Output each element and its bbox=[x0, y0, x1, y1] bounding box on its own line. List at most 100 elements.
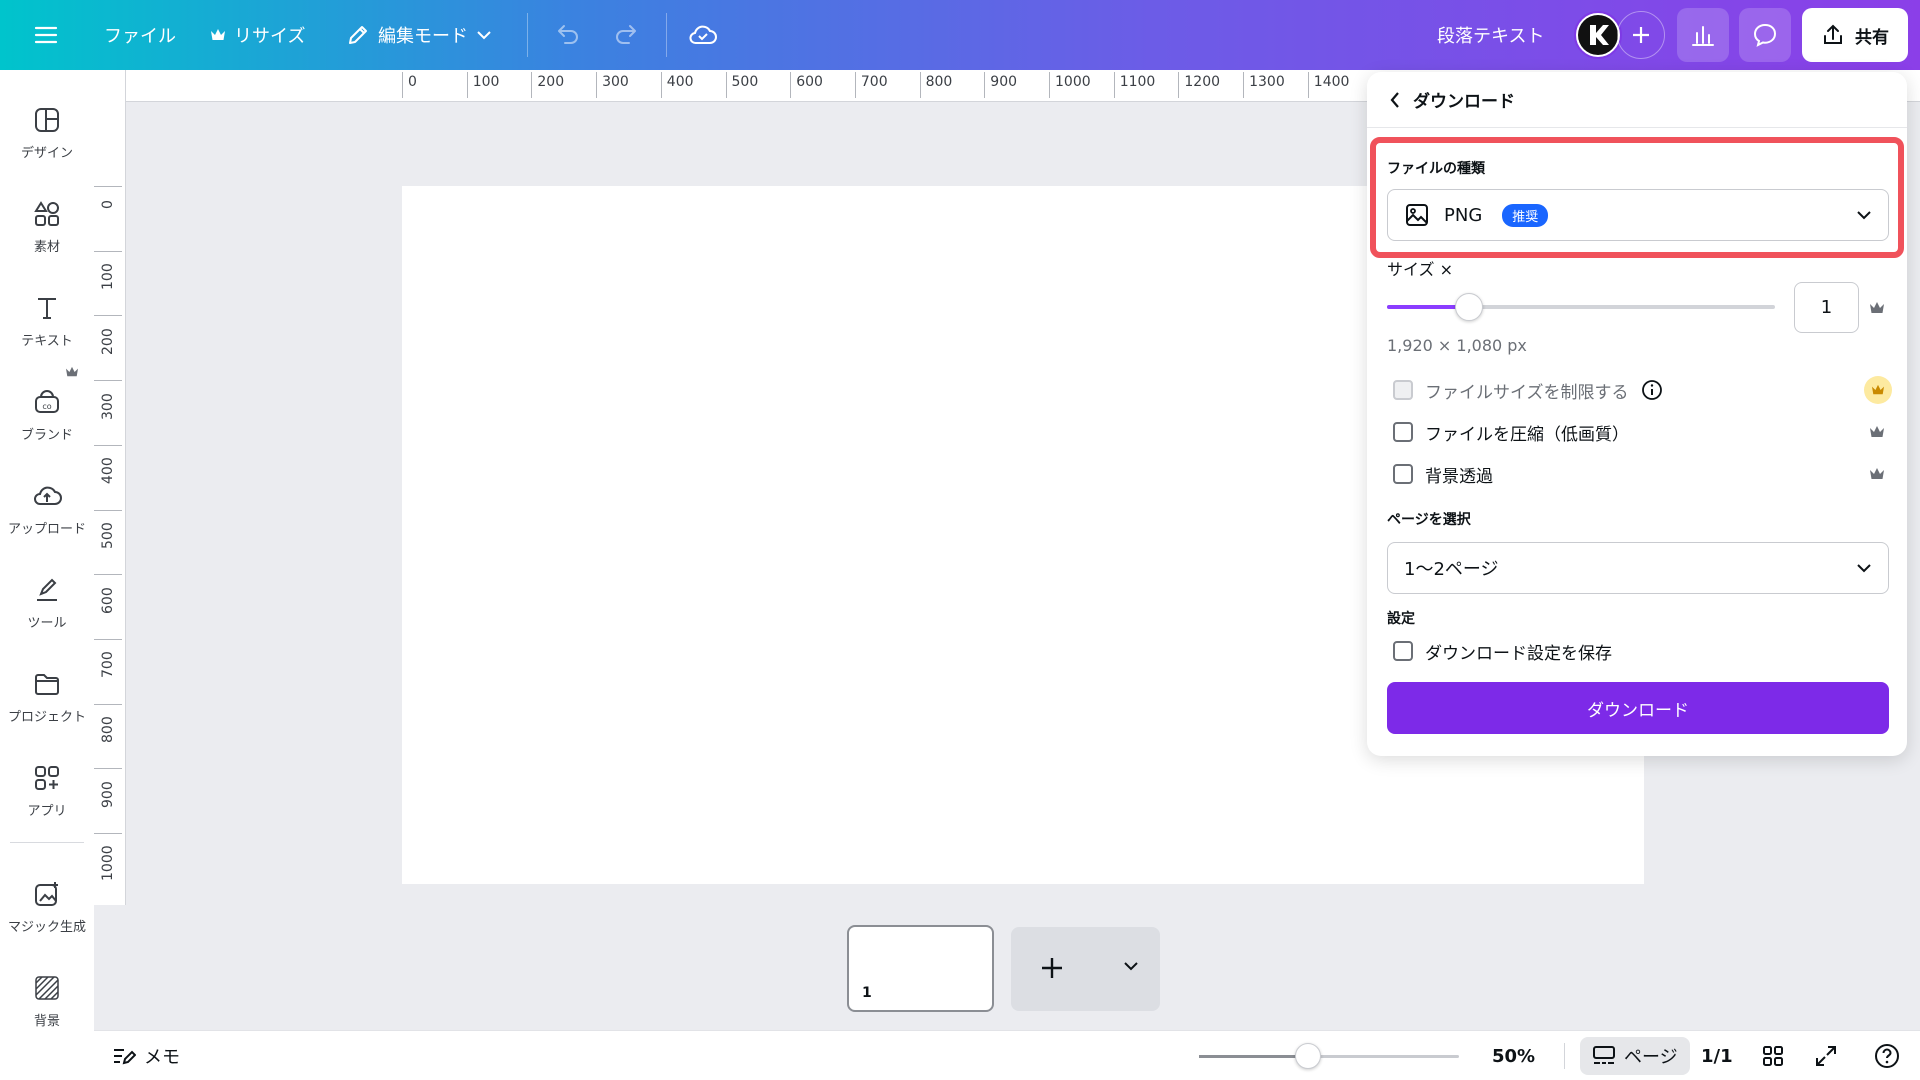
crown-icon bbox=[1870, 302, 1884, 313]
notes-icon bbox=[114, 1049, 136, 1065]
add-page-button[interactable] bbox=[1039, 955, 1065, 981]
ruler-tick-label: 600 bbox=[796, 74, 823, 90]
back-button[interactable] bbox=[1389, 91, 1401, 109]
avatar-image bbox=[1578, 15, 1618, 55]
page-view-button[interactable]: ページ bbox=[1580, 1037, 1690, 1075]
redo-icon bbox=[616, 25, 636, 44]
resize-button[interactable]: リサイズ bbox=[210, 0, 305, 70]
sidebar-item-magic[interactable]: マジック生成 bbox=[0, 866, 94, 956]
compress-option[interactable]: ファイルを圧縮（低画質） bbox=[1393, 418, 1629, 446]
avatar[interactable] bbox=[1574, 11, 1622, 59]
ruler-tick bbox=[94, 768, 122, 770]
sidebar-item-projects[interactable]: プロジェクト bbox=[0, 656, 94, 746]
ruler-tick-label: 100 bbox=[100, 263, 116, 291]
comment-icon bbox=[1753, 23, 1777, 47]
file-type-select[interactable]: PNG 推奨 bbox=[1387, 189, 1889, 241]
ruler-tick bbox=[402, 72, 403, 98]
brand-icon: co bbox=[35, 390, 59, 413]
file-type-chevron bbox=[1856, 210, 1872, 220]
chevron-left-icon bbox=[1390, 91, 1399, 108]
sidebar-item-elements[interactable]: 素材 bbox=[0, 186, 94, 276]
ruler-tick-label: 200 bbox=[100, 328, 116, 355]
help-button[interactable] bbox=[1874, 1031, 1900, 1080]
insights-button[interactable] bbox=[1677, 8, 1729, 62]
transparent-background-checkbox[interactable] bbox=[1393, 464, 1413, 484]
ruler-tick bbox=[1049, 72, 1050, 98]
page-counter[interactable]: 1/1 bbox=[1701, 1031, 1733, 1080]
edit-mode-dropdown[interactable]: 編集モード bbox=[346, 0, 492, 70]
ruler-tick bbox=[94, 509, 122, 511]
brand-k-icon bbox=[1590, 25, 1609, 45]
comments-button[interactable] bbox=[1739, 8, 1791, 62]
sidebar-item-brand[interactable]: co ブランド bbox=[0, 374, 94, 464]
ruler-tick bbox=[1243, 72, 1245, 98]
zoom-slider-thumb[interactable] bbox=[1295, 1043, 1321, 1069]
plus-icon bbox=[1042, 958, 1062, 978]
ruler-tick bbox=[919, 72, 921, 98]
fullscreen-button[interactable] bbox=[1814, 1031, 1838, 1080]
ruler-tick bbox=[790, 72, 792, 98]
menu-button[interactable] bbox=[34, 0, 58, 70]
sidebar-item-uploads[interactable]: アップロード bbox=[0, 468, 94, 558]
size-slider-thumb[interactable] bbox=[1455, 293, 1483, 321]
ruler-tick-label: 900 bbox=[990, 74, 1018, 90]
page-view-icon bbox=[1593, 1046, 1615, 1064]
transparent-background-option[interactable]: 背景透過 bbox=[1393, 460, 1493, 488]
zoom-level[interactable]: 50% bbox=[1492, 1031, 1535, 1080]
limit-file-size-option[interactable]: ファイルサイズを制限する bbox=[1393, 376, 1663, 404]
page-thumbnail[interactable]: 1 bbox=[847, 925, 994, 1012]
ruler-tick bbox=[1178, 72, 1180, 98]
file-menu[interactable]: ファイル bbox=[104, 0, 176, 70]
ruler-tick-label: 800 bbox=[925, 74, 953, 90]
ruler-tick bbox=[1113, 72, 1115, 98]
upload-icon bbox=[34, 486, 62, 505]
save-status-button[interactable] bbox=[688, 0, 718, 70]
ruler-tick bbox=[725, 72, 727, 98]
limit-file-size-checkbox[interactable] bbox=[1393, 380, 1413, 400]
settings-label: 設定 bbox=[1387, 611, 1415, 627]
ruler-tick bbox=[94, 380, 122, 382]
paragraph-text-label: 段落テキスト bbox=[1437, 26, 1545, 47]
ruler-tick bbox=[466, 72, 468, 98]
apps-icon bbox=[35, 766, 59, 790]
add-page-options-button[interactable] bbox=[1123, 961, 1139, 971]
share-button[interactable]: 共有 bbox=[1802, 8, 1908, 62]
download-button[interactable]: ダウンロード bbox=[1387, 682, 1889, 734]
sidebar-item-tools[interactable]: ツール bbox=[0, 562, 94, 652]
sidebar-item-apps[interactable]: アプリ bbox=[0, 750, 94, 840]
undo-icon bbox=[558, 25, 578, 44]
save-settings-checkbox[interactable] bbox=[1393, 641, 1413, 661]
sidebar-item-background[interactable]: 背景 bbox=[0, 960, 94, 1050]
sidebar-item-text[interactable]: テキスト bbox=[0, 280, 94, 370]
sidebar-item-design[interactable]: デザイン bbox=[0, 92, 94, 182]
expand-icon bbox=[1816, 1046, 1836, 1066]
ruler-tick-label: 0 bbox=[408, 74, 417, 90]
ruler-tick bbox=[94, 444, 122, 446]
ruler-tick-label: 700 bbox=[860, 74, 888, 90]
size-slider[interactable] bbox=[1387, 293, 1775, 321]
grid-view-button[interactable] bbox=[1762, 1031, 1784, 1080]
folder-icon bbox=[35, 674, 59, 695]
ruler-tick bbox=[596, 72, 598, 98]
pages-select[interactable]: 1〜2ページ bbox=[1387, 542, 1889, 594]
ruler-tick bbox=[94, 638, 122, 640]
ruler-tick-label: 300 bbox=[100, 392, 116, 420]
zoom-slider[interactable] bbox=[1199, 1043, 1459, 1069]
compress-checkbox[interactable] bbox=[1393, 422, 1413, 442]
ruler-tick-label: 1100 bbox=[1119, 74, 1156, 90]
panel-header: ダウンロード bbox=[1367, 72, 1907, 128]
undo-button[interactable] bbox=[553, 0, 581, 70]
ruler-tick-label: 600 bbox=[100, 586, 116, 614]
share-icon bbox=[1824, 24, 1842, 44]
magic-icon bbox=[35, 882, 58, 906]
save-settings-option[interactable]: ダウンロード設定を保存 bbox=[1393, 637, 1612, 665]
ruler-tick-label: 400 bbox=[100, 457, 116, 485]
ruler-tick-label: 500 bbox=[731, 74, 759, 90]
invite-button[interactable] bbox=[1617, 11, 1665, 59]
ruler-tick-label: 700 bbox=[100, 651, 116, 679]
notes-button[interactable]: メモ bbox=[112, 1031, 180, 1080]
ruler-tick-label: 300 bbox=[602, 74, 629, 90]
redo-button[interactable] bbox=[613, 0, 641, 70]
size-input[interactable]: 1 bbox=[1794, 282, 1859, 333]
image-icon bbox=[1406, 204, 1428, 226]
